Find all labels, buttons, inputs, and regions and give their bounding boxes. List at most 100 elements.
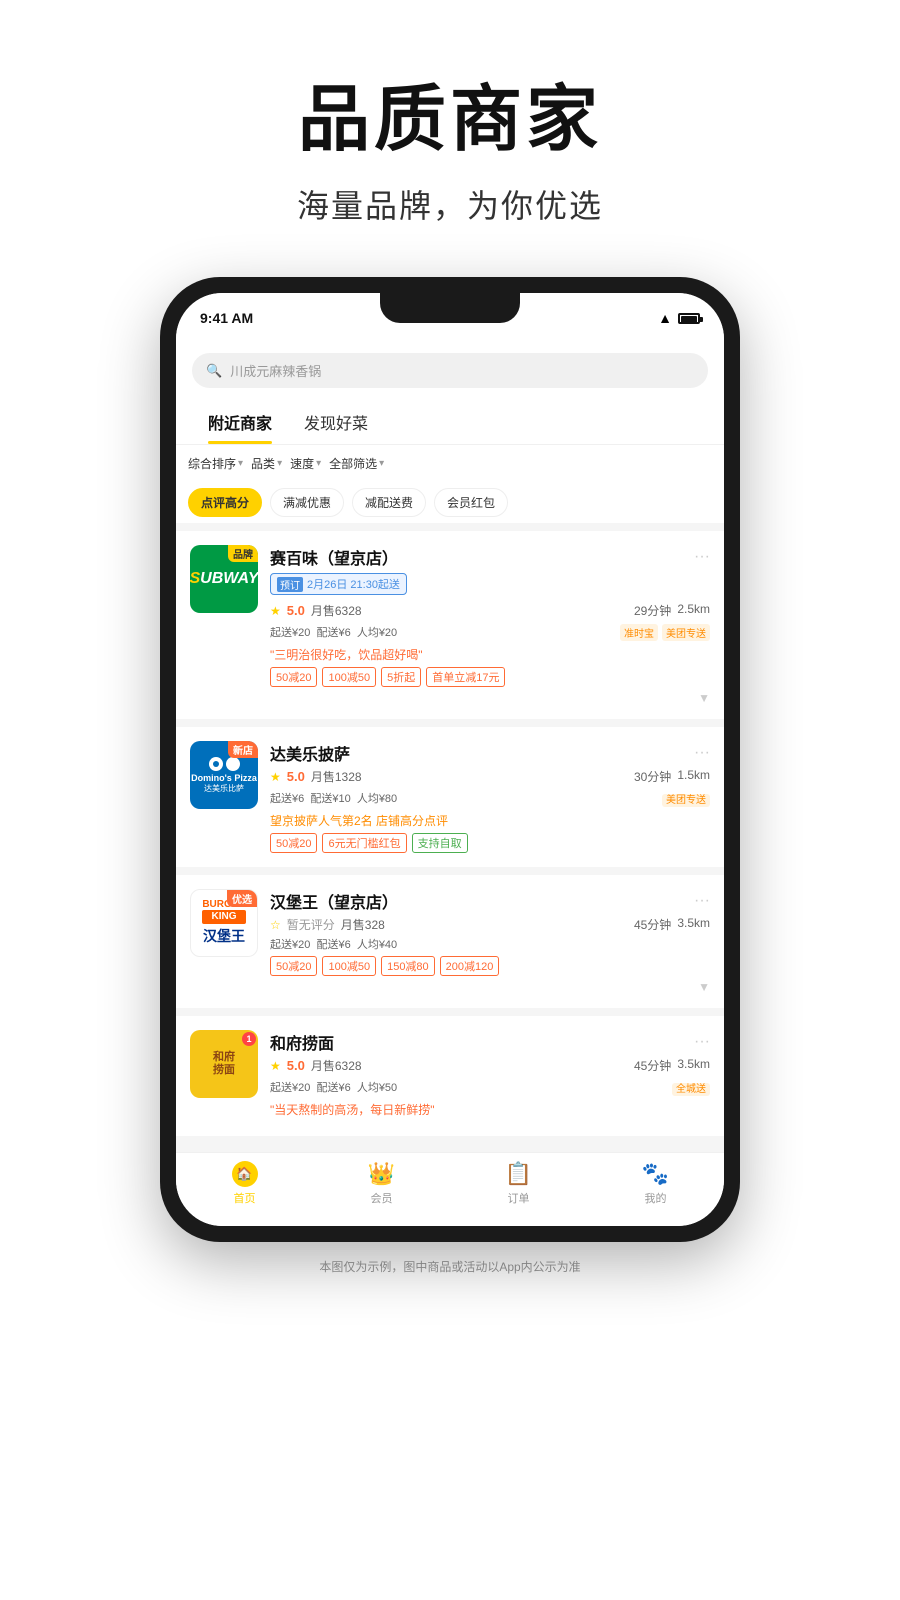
notch [380,293,520,323]
filter-sort[interactable]: 综合排序 ▾ [188,453,243,474]
subway-name-row: 赛百味（望京店） ··· [270,545,710,569]
subway-promo-3: 5折起 [381,667,421,687]
speed-arrow: ▾ [316,458,321,469]
wifi-icon: ▲ [658,310,672,326]
merchant-header-dominos: 新店 Domino's Pizza 达美乐比萨 [190,741,710,853]
bk-expand-icon: ▼ [698,980,710,994]
bk-promo-1: 50减20 [270,956,317,976]
quick-filter-discount[interactable]: 满减优惠 [270,488,344,517]
hefu-rating: 5.0 [287,1058,305,1073]
hefu-delivery-info: 45分钟 3.5km [634,1057,710,1074]
quick-filter-row: 点评高分 满减优惠 减配送费 会员红包 [176,482,724,523]
hefu-badge-quancheng: 全城送 [672,1083,710,1096]
page-title: 品质商家 [297,60,603,165]
quick-filter-high-rating[interactable]: 点评高分 [188,488,262,517]
dominos-sales: 月售1328 [311,768,362,785]
dominos-promo-3: 支持自取 [412,833,468,853]
bk-expand[interactable]: ▼ [190,980,710,994]
search-bar[interactable]: 🔍 川成元麻辣香锅 [192,353,708,388]
dominos-delivery-info: 30分钟 1.5km [634,768,710,785]
subway-promos: 50减20 100减50 5折起 首单立减17元 [270,667,710,687]
bk-info: 汉堡王（望京店） ··· ☆ 暂无评分 月售328 45分钟 3.5km [270,889,710,976]
subway-badge: 品牌 [228,545,258,562]
bk-delivery-info: 45分钟 3.5km [634,916,710,933]
subway-expand-icon: ▼ [698,691,710,705]
subway-rating-row: ★ 5.0 月售6328 29分钟 2.5km [270,602,710,619]
search-bar-area: 🔍 川成元麻辣香锅 [176,343,724,400]
bk-no-rating: 暂无评分 [287,916,335,933]
subway-badge-zhunshi: 准时宝 [620,624,658,641]
dominos-promo-2: 6元无门槛红包 [322,833,406,853]
page-header: 品质商家 海量品牌，为你优选 [297,0,603,257]
subway-logo-text: SUBWAY [190,570,258,588]
dominos-logo-inner: Domino's Pizza 达美乐比萨 [191,757,257,794]
merchant-header-bk: 优选 BURGER KING 汉堡王 汉堡王（望京店） ··· [190,889,710,976]
tab-discover-food[interactable]: 发现好菜 [288,400,384,444]
bk-dist: 3.5km [677,916,710,933]
nav-profile[interactable]: 🐾 我的 [643,1161,669,1206]
nav-orders[interactable]: 📋 订单 [506,1161,532,1206]
dominos-name: 达美乐披萨 [270,741,350,765]
dominos-more-icon[interactable]: ··· [694,744,710,762]
merchant-card-subway[interactable]: 品牌 SUBWAY 赛百味（望京店） ··· 预订 [176,531,724,719]
merchant-card-dominos[interactable]: 新店 Domino's Pizza 达美乐比萨 [176,727,724,867]
nav-home[interactable]: 🏠 首页 [232,1161,258,1206]
filter-all[interactable]: 全部筛选 ▾ [329,453,384,474]
merchant-card-hefu[interactable]: 1 和府捞面 和府捞面 ··· ★ 5.0 [176,1016,724,1136]
status-bar: 9:41 AM ▲ [176,293,724,343]
subway-sales: 月售6328 [311,602,362,619]
dominos-badge-meituan: 美团专送 [662,794,710,807]
bk-promo-4: 200减120 [440,956,500,976]
dominos-badge: 新店 [228,741,258,758]
nav-profile-label: 我的 [645,1190,667,1206]
bk-more-icon[interactable]: ··· [694,892,710,910]
dominos-text: Domino's Pizza [191,773,257,783]
filter-speed[interactable]: 速度 ▾ [290,453,321,474]
tab-nearby-merchants[interactable]: 附近商家 [192,400,288,444]
subway-promo-1: 50减20 [270,667,317,687]
subway-badges-row: 起送¥20 配送¥6 人均¥20 准时宝 美团专送 [270,622,710,642]
search-input-placeholder: 川成元麻辣香锅 [230,361,321,380]
bk-logo: 优选 BURGER KING 汉堡王 [190,889,258,957]
filter-row: 综合排序 ▾ 品类 ▾ 速度 ▾ 全部筛选 ▾ [176,445,724,482]
hefu-more-icon[interactable]: ··· [694,1033,710,1051]
dominos-cn-text: 达美乐比萨 [204,783,244,794]
dominos-logo: 新店 Domino's Pizza 达美乐比萨 [190,741,258,809]
dominos-time: 30分钟 [634,768,671,785]
subway-promo-2: 100减50 [322,667,376,687]
nav-orders-label: 订单 [508,1190,530,1206]
filter-category[interactable]: 品类 ▾ [251,453,282,474]
all-filter-arrow: ▾ [379,458,384,469]
subway-info: 赛百味（望京店） ··· 预订 2月26日 21:30起送 ★ 5.0 月售63… [270,545,710,687]
subway-review: "三明治很好吃，饮品超好喝" [270,646,710,663]
subway-more-icon[interactable]: ··· [694,548,710,566]
bk-promo-2: 100减50 [322,956,376,976]
subway-expand[interactable]: ▼ [190,691,710,705]
merchant-header-subway: 品牌 SUBWAY 赛百味（望京店） ··· 预订 [190,545,710,687]
quick-filter-free-delivery[interactable]: 减配送费 [352,488,426,517]
subway-dist: 2.5km [677,602,710,619]
dominos-dist: 1.5km [677,768,710,785]
status-time: 9:41 AM [200,310,253,326]
hefu-price-row: 起送¥20 配送¥6 人均¥50 全城送 [270,1077,710,1097]
bk-sales: 月售328 [341,916,385,933]
home-icon: 🏠 [232,1161,258,1187]
dominos-rating: 5.0 [287,769,305,784]
dominos-name-row: 达美乐披萨 ··· [270,741,710,765]
dominos-star: ★ [270,770,281,784]
hefu-logo-text: 和府捞面 [213,1051,235,1077]
dominos-promos: 50减20 6元无门槛红包 支持自取 [270,833,710,853]
bottom-nav: 🏠 首页 👑 会员 📋 订单 [176,1152,724,1226]
battery-icon [678,313,700,324]
tabs-row: 附近商家 发现好菜 [176,400,724,445]
phone-screen: 9:41 AM ▲ 🔍 川成元麻辣香锅 附近商家 发现好菜 [176,293,724,1226]
nav-member[interactable]: 👑 会员 [369,1161,395,1206]
subway-star: ★ [270,604,281,618]
quick-filter-member-hongbao[interactable]: 会员红包 [434,488,508,517]
nav-home-label: 首页 [234,1190,256,1206]
merchant-card-bk[interactable]: 优选 BURGER KING 汉堡王 汉堡王（望京店） ··· [176,875,724,1008]
hefu-star: ★ [270,1059,281,1073]
hefu-logo: 1 和府捞面 [190,1030,258,1098]
bk-name-row: 汉堡王（望京店） ··· [270,889,710,913]
bk-name: 汉堡王（望京店） [270,889,398,913]
